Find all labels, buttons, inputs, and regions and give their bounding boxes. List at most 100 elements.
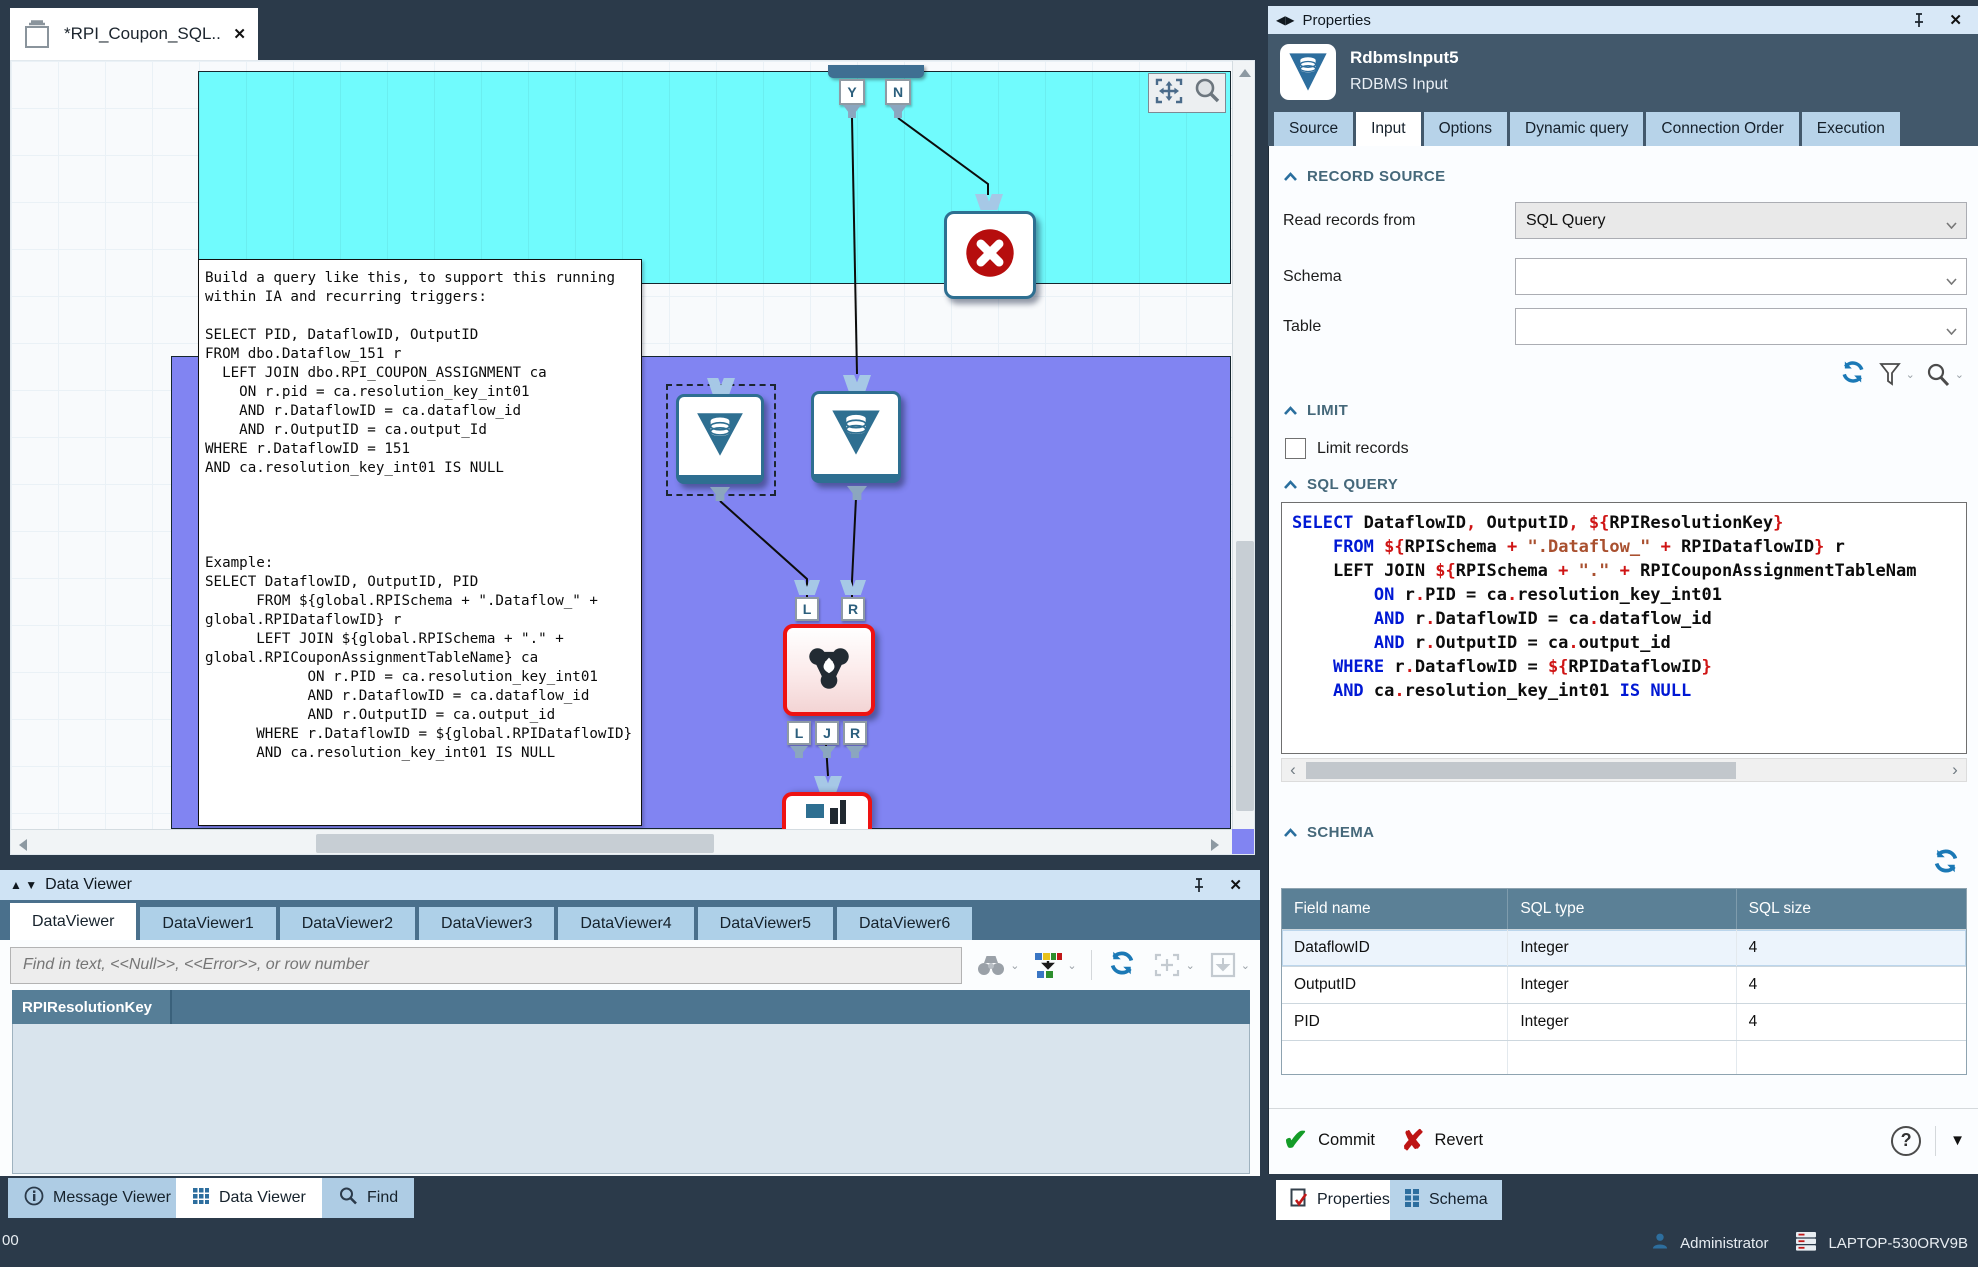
- error-node[interactable]: [944, 211, 1036, 299]
- data-viewer-grid-body[interactable]: [12, 1024, 1250, 1174]
- collapse-arrows-icon[interactable]: ▲ ▼: [10, 878, 37, 892]
- schema-cell[interactable]: 4: [1737, 967, 1966, 1003]
- panel-tab-properties[interactable]: Properties: [1276, 1180, 1404, 1220]
- canvas-horizontal-scrollbar[interactable]: [11, 829, 1232, 855]
- read-records-combobox[interactable]: SQL Query: [1515, 202, 1967, 239]
- schema-cell[interactable]: OutputID: [1282, 967, 1508, 1003]
- document-tab-close-icon[interactable]: ✕: [233, 25, 246, 43]
- tab-options[interactable]: Options: [1424, 112, 1507, 146]
- schema-cell[interactable]: 4: [1737, 1004, 1966, 1040]
- schema-cell[interactable]: Integer: [1508, 967, 1736, 1003]
- canvas-scroll-corner: [1232, 829, 1255, 855]
- join-input-port-left[interactable]: L: [795, 597, 819, 621]
- tab-dataviewer2[interactable]: DataViewer2: [280, 907, 415, 940]
- scroll-right-arrow[interactable]: ›: [1944, 759, 1966, 781]
- dock-tab-message-viewer[interactable]: Message Viewer: [8, 1178, 187, 1218]
- tab-dataviewer[interactable]: DataViewer: [10, 903, 136, 940]
- join-output-port-right[interactable]: R: [843, 721, 867, 745]
- lookup-magnifier-icon[interactable]: ⌄: [1925, 362, 1964, 388]
- schema-row-pid[interactable]: PIDInteger4: [1282, 1003, 1966, 1040]
- schema-cell[interactable]: 4: [1737, 930, 1966, 966]
- commit-button[interactable]: ✔ Commit: [1283, 1126, 1375, 1156]
- canvas-zoom-controls[interactable]: [1148, 73, 1226, 113]
- panel-tab-schema[interactable]: Schema: [1390, 1180, 1502, 1220]
- tab-dynamic-query[interactable]: Dynamic query: [1510, 112, 1643, 146]
- section-sql-query[interactable]: SQL QUERY: [1283, 476, 1398, 493]
- scroll-left-arrow[interactable]: [19, 839, 27, 851]
- join-output-port-left[interactable]: L: [787, 721, 811, 745]
- output-port-yes[interactable]: Y: [839, 79, 865, 105]
- schema-row-outputid[interactable]: OutputIDInteger4: [1282, 966, 1966, 1003]
- sample-settings-icon[interactable]: ⌄: [1033, 951, 1076, 979]
- dock-tab-data-viewer[interactable]: Data Viewer: [176, 1178, 322, 1218]
- rdbms-input-node-selected[interactable]: [676, 394, 764, 484]
- vertical-scroll-thumb[interactable]: [1236, 541, 1254, 811]
- scroll-left-arrow[interactable]: ‹: [1282, 759, 1304, 781]
- filter-funnel-icon[interactable]: ⌄: [1878, 362, 1915, 388]
- data-viewer-grid-header[interactable]: RPIResolutionKey: [12, 990, 1250, 1024]
- tab-source[interactable]: Source: [1274, 112, 1353, 146]
- tab-dataviewer4[interactable]: DataViewer4: [558, 907, 693, 940]
- data-viewer-titlebar[interactable]: ▲ ▼ Data Viewer ✕: [0, 870, 1260, 900]
- section-schema[interactable]: SCHEMA: [1283, 824, 1374, 841]
- schema-cell[interactable]: Integer: [1508, 930, 1736, 966]
- join-output-port-join[interactable]: J: [815, 721, 839, 745]
- find-binoculars-icon[interactable]: ⌄: [976, 953, 1019, 977]
- upstream-node-edge[interactable]: [828, 65, 924, 78]
- document-tab[interactable]: *RPI_Coupon_SQL... ✕: [10, 8, 258, 60]
- grid-column-header[interactable]: RPIResolutionKey: [12, 990, 172, 1024]
- close-icon[interactable]: ✕: [1949, 11, 1962, 29]
- tab-connection-order[interactable]: Connection Order: [1646, 112, 1798, 146]
- sql-editor[interactable]: SELECT DataflowID, OutputID, ${RPIResolu…: [1281, 502, 1967, 754]
- join-input-port-right[interactable]: R: [841, 597, 865, 621]
- schema-table[interactable]: Field name SQL type SQL size DataflowIDI…: [1281, 888, 1967, 1075]
- properties-titlebar[interactable]: ◀▶ Properties ✕: [1268, 6, 1978, 34]
- close-icon[interactable]: ✕: [1229, 876, 1242, 894]
- schema-table-empty-row[interactable]: [1282, 1040, 1966, 1074]
- tab-dataviewer1[interactable]: DataViewer1: [140, 907, 275, 940]
- tab-input[interactable]: Input: [1356, 112, 1420, 146]
- tab-dataviewer5[interactable]: DataViewer5: [698, 907, 833, 940]
- horizontal-scroll-thumb[interactable]: [1306, 762, 1736, 779]
- pin-icon[interactable]: [1911, 12, 1927, 29]
- zoom-magnifier-icon[interactable]: [1193, 77, 1221, 110]
- schema-combobox[interactable]: [1515, 258, 1967, 295]
- schema-table-header[interactable]: Field name SQL type SQL size: [1282, 889, 1966, 929]
- refresh-icon[interactable]: [1930, 846, 1962, 881]
- scroll-up-arrow[interactable]: [1239, 69, 1251, 77]
- canvas-note[interactable]: Build a query like this, to support this…: [198, 259, 642, 826]
- horizontal-scroll-thumb[interactable]: [316, 834, 714, 853]
- section-record-source[interactable]: RECORD SOURCE: [1283, 168, 1446, 185]
- tab-dataviewer6[interactable]: DataViewer6: [837, 907, 972, 940]
- sql-editor-hscrollbar[interactable]: ‹ ›: [1281, 758, 1967, 782]
- schema-cell[interactable]: Integer: [1508, 1004, 1736, 1040]
- data-viewer-search-input[interactable]: [10, 947, 962, 984]
- dropdown-arrow-icon[interactable]: ▼: [1950, 1132, 1965, 1149]
- tab-execution[interactable]: Execution: [1802, 112, 1900, 146]
- tab-dataviewer3[interactable]: DataViewer3: [419, 907, 554, 940]
- scroll-right-arrow[interactable]: [1211, 839, 1219, 851]
- dock-tab-find[interactable]: Find: [322, 1178, 414, 1218]
- schema-row-dataflowid[interactable]: DataflowIDInteger4: [1282, 929, 1966, 966]
- fit-to-window-icon[interactable]: [1154, 77, 1184, 110]
- export-down-icon[interactable]: ⌄: [1209, 951, 1250, 979]
- canvas-vertical-scrollbar[interactable]: [1232, 61, 1255, 829]
- downstream-node-partial[interactable]: [782, 792, 872, 829]
- pin-icon[interactable]: [1191, 877, 1207, 894]
- table-combobox[interactable]: [1515, 308, 1967, 345]
- help-icon[interactable]: ?: [1891, 1126, 1921, 1156]
- limit-records-checkbox[interactable]: [1285, 438, 1306, 459]
- canvas-region-cyan[interactable]: [198, 71, 1231, 284]
- schema-cell[interactable]: DataflowID: [1282, 930, 1508, 966]
- refresh-icon[interactable]: [1106, 948, 1138, 983]
- panel-nav-arrows-icon[interactable]: ◀▶: [1276, 13, 1294, 27]
- refresh-icon[interactable]: [1838, 358, 1868, 391]
- schema-cell[interactable]: PID: [1282, 1004, 1508, 1040]
- join-node[interactable]: [783, 624, 875, 716]
- output-port-no[interactable]: N: [885, 79, 911, 105]
- section-limit[interactable]: LIMIT: [1283, 402, 1348, 419]
- dataflow-canvas[interactable]: Build a query like this, to support this…: [10, 60, 1255, 855]
- rdbms-input-node-2[interactable]: [811, 391, 901, 483]
- revert-button[interactable]: ✘ Revert: [1401, 1127, 1483, 1155]
- fit-columns-icon[interactable]: ⌄: [1152, 951, 1195, 979]
